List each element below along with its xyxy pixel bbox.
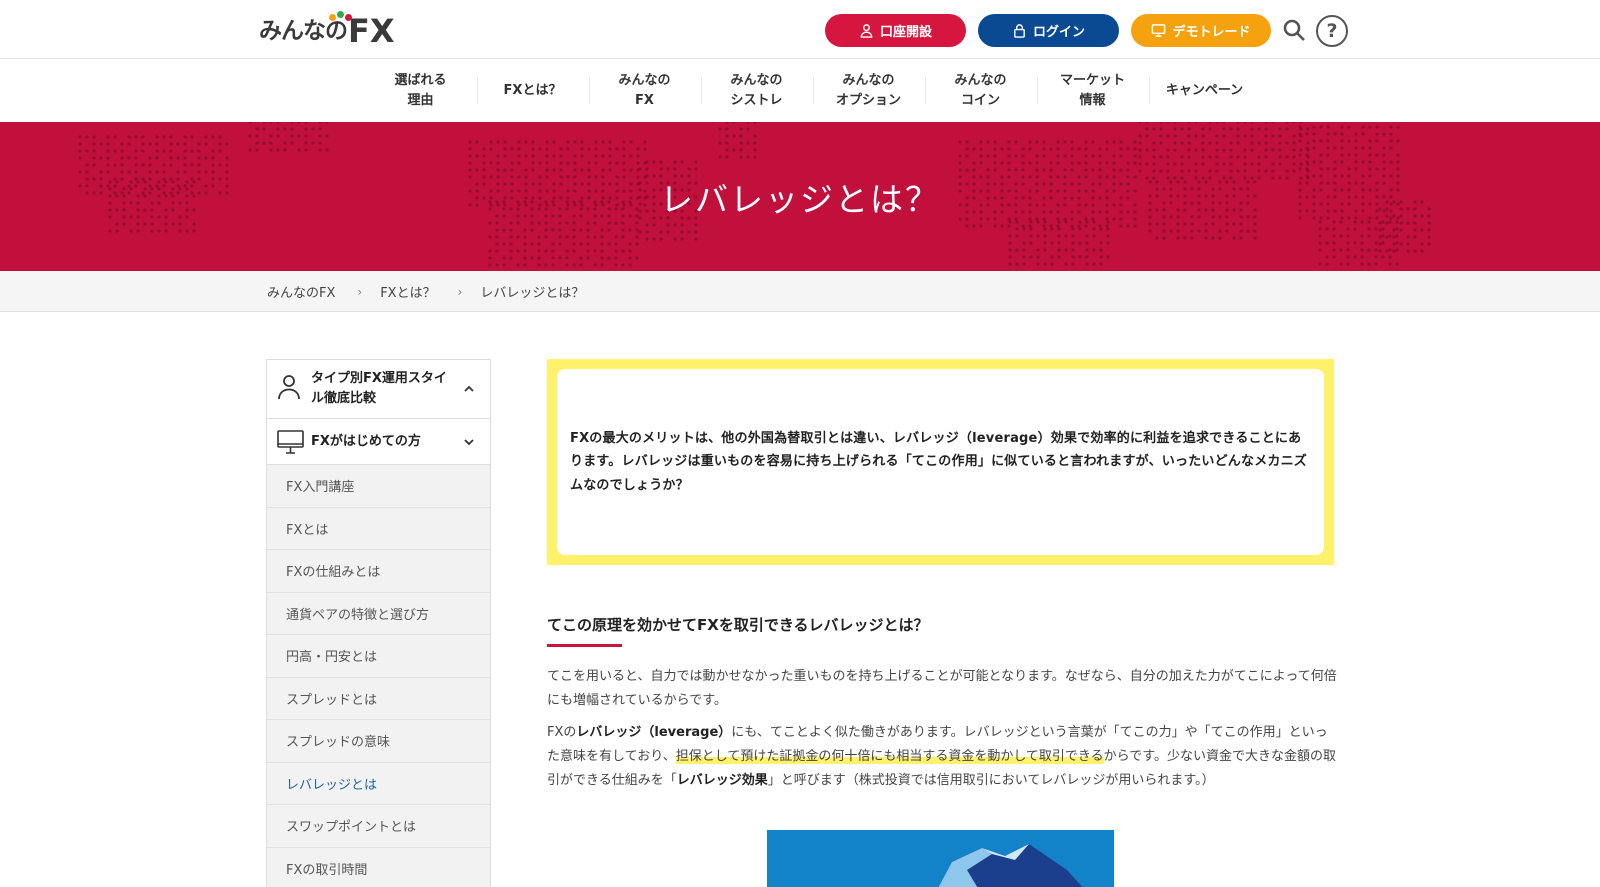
para-text: 」と呼びます（株式投資では信用取引においてレバレッジが用いられます。） — [767, 773, 1215, 788]
breadcrumb-separator: › — [457, 284, 463, 299]
monitor-icon — [277, 430, 304, 454]
sidebar-item-leverage[interactable]: レバレッジとは — [267, 763, 490, 805]
section-heading-underline — [547, 644, 622, 647]
sidebar-item-spread-meaning[interactable]: スプレッドの意味 — [267, 720, 490, 763]
hero-banner: レバレッジとは？ — [0, 122, 1600, 271]
sidebar-section-beginners[interactable]: FXがはじめての方 — [267, 419, 490, 465]
demo-trade-label: デモトレード — [1172, 25, 1251, 40]
user-icon — [860, 24, 873, 38]
login-label: ログイン — [1032, 25, 1085, 40]
nav-item-coin[interactable]: みんなの コイン — [924, 59, 1037, 122]
global-nav: 選ばれる 理由 FXとは？ みんなの FX みんなの シストレ みんなの オプシ… — [0, 59, 1600, 122]
article-illustration — [767, 830, 1114, 887]
body-paragraph-2: FXのレバレッジ（leverage）にも、てことよく似た働きがあります。レバレッ… — [547, 721, 1337, 793]
breadcrumb-home[interactable]: みんなのFX — [267, 282, 335, 301]
nav-item-reasons[interactable]: 選ばれる 理由 — [365, 59, 477, 122]
intro-text: FXの最大のメリットは、他の外国為替取引とは違い、レバレッジ（leverage）… — [570, 430, 1307, 493]
nav-item-option[interactable]: みんなの オプション — [812, 59, 925, 122]
chevron-down-icon[interactable] — [462, 435, 476, 449]
person-icon — [278, 375, 300, 400]
para-bold-leverage-effect: レバレッジ効果 — [676, 773, 768, 788]
search-icon[interactable] — [1282, 18, 1306, 42]
sidebar-menu: タイプ別FX運用スタイル徹底比較 FXがはじめての方 FX入門講座 FXとは F… — [266, 359, 491, 887]
logo-dots — [329, 11, 355, 22]
para-text: FXの — [547, 725, 577, 740]
mountain-illustration — [938, 844, 1083, 887]
sidebar-section-style-compare[interactable]: タイプ別FX運用スタイル徹底比較 — [267, 360, 490, 419]
sidebar-item-swap-point[interactable]: スワップポイントとは — [267, 805, 490, 848]
help-icon[interactable]: ? — [1316, 15, 1348, 47]
intro-box: FXの最大のメリットは、他の外国為替取引とは違い、レバレッジ（leverage）… — [547, 359, 1334, 565]
breadcrumb-current: レバレッジとは？ — [480, 286, 585, 301]
sidebar-item-fx-course[interactable]: FX入門講座 — [267, 465, 490, 508]
sidebar-item-spread[interactable]: スプレッドとは — [267, 678, 490, 720]
sidebar-item-currency-pairs[interactable]: 通貨ペアの特徴と選び方 — [267, 593, 490, 635]
sidebar-list: FX入門講座 FXとは FXの仕組みとは 通貨ペアの特徴と選び方 円高・円安とは… — [267, 465, 490, 887]
nav-item-market[interactable]: マーケット 情報 — [1036, 59, 1149, 122]
page-title: レバレッジとは？ — [660, 179, 940, 219]
open-account-label: 口座開設 — [879, 25, 932, 40]
breadcrumb: みんなのFX › FXとは？ › レバレッジとは？ — [0, 271, 1600, 312]
sidebar-item-trading-hours[interactable]: FXの取引時間 — [267, 848, 490, 887]
nav-item-campaign[interactable]: キャンペーン — [1148, 59, 1261, 122]
section-heading: てこの原理を効かせてFXを取引できるレバレッジとは？ — [547, 616, 929, 634]
login-button[interactable]: ログイン — [978, 14, 1119, 47]
open-account-button[interactable]: 口座開設 — [825, 14, 966, 47]
sidebar-section-label: FXがはじめての方 — [311, 433, 421, 449]
help-icon-glyph: ? — [1326, 20, 1338, 42]
nav-item-what-is-fx[interactable]: FXとは？ — [476, 59, 589, 122]
sidebar-item-fx-mechanism[interactable]: FXの仕組みとは — [267, 550, 490, 593]
sidebar-item-what-is-fx[interactable]: FXとは — [267, 508, 490, 550]
chevron-up-icon[interactable] — [462, 382, 476, 396]
nav-item-minna-fx[interactable]: みんなの FX — [588, 59, 701, 122]
demo-trade-button[interactable]: デモトレード — [1131, 14, 1271, 47]
sidebar-section-label: タイプ別FX運用スタイル徹底比較 — [311, 371, 447, 406]
nav-item-systre[interactable]: みんなの シストレ — [700, 59, 813, 122]
lock-icon — [1014, 24, 1025, 38]
para-bold-leverage: レバレッジ（leverage） — [576, 725, 732, 740]
body-paragraph-1: てこを用いると、自力では動かせなかった重いものを持ち上げることが可能となります。… — [547, 669, 1337, 708]
breadcrumb-what-is-fx[interactable]: FXとは？ — [380, 282, 435, 301]
para-highlight: 担保として預けた証拠金の何十倍にも相当する資金を動かして取引できる — [675, 749, 1104, 764]
site-logo[interactable]: みんなの FX — [259, 11, 395, 48]
monitor-icon — [1152, 24, 1166, 37]
site-header: みんなの FX 口座開設 ログイン デモトレード ? — [0, 0, 1600, 59]
sidebar-item-yen-strong-weak[interactable]: 円高・円安とは — [267, 635, 490, 678]
breadcrumb-separator: › — [357, 284, 363, 299]
